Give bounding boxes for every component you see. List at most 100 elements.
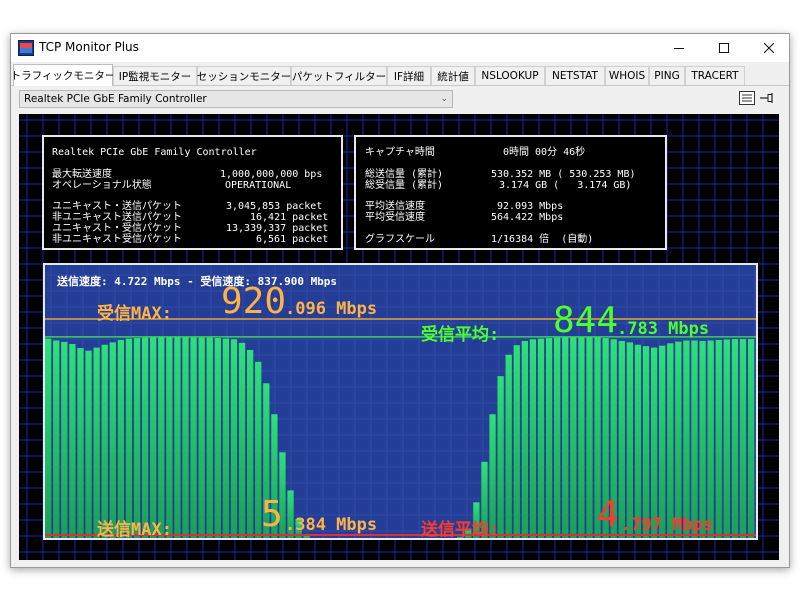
traffic-graph: 送信速度: 4.722 Mbps - 受信速度: 837.900 Mbps 受信… — [43, 263, 758, 540]
total-sent-value: 530.352 MB ( 530.253 MB) — [491, 169, 636, 180]
send-avg-int: 4 — [597, 494, 619, 535]
recv-bar — [166, 337, 173, 538]
recv-bar — [747, 339, 755, 538]
recv-bar — [675, 341, 682, 538]
max-speed-value: 1,000,000,000 bps — [220, 169, 323, 180]
recv-bar — [715, 339, 722, 538]
capture-time-value: 0時間 00分 46秒 — [503, 147, 586, 158]
recv-bar — [206, 337, 213, 538]
adapter-info-box: Realtek PCIe GbE Family Controller 最大転送速… — [42, 135, 343, 250]
chevron-down-icon: ⌄ — [440, 94, 448, 104]
tab-netstat[interactable]: NETSTAT — [545, 66, 605, 85]
unicast-recv-label: ユニキャスト・受信パケット — [52, 223, 182, 234]
pin-icon[interactable] — [759, 91, 775, 105]
adapter-name: Realtek PCIe GbE Family Controller — [52, 147, 257, 158]
title-bar[interactable]: TCP Monitor Plus — [11, 34, 789, 62]
traffic-monitor-panel: Realtek PCIe GbE Family Controller 最大転送速… — [19, 114, 779, 560]
recv-bar — [667, 343, 674, 538]
recv-avg-dec: .783 Mbps — [617, 319, 710, 339]
tab-packet-filter[interactable]: パケットフィルター — [291, 66, 387, 85]
unicast-sent-value: 3,045,853 packet — [226, 201, 323, 212]
max-speed-label: 最大転送速度 — [52, 169, 112, 180]
recv-bar — [691, 340, 698, 538]
recv-bar — [93, 347, 100, 538]
recv-bar — [77, 348, 84, 538]
send-max-int: 5 — [261, 494, 283, 535]
recv-bar — [133, 338, 141, 538]
nonunicast-recv-label: 非ユニキャスト受信パケット — [52, 234, 182, 245]
avg-send-label: 平均送信速度 — [365, 201, 425, 212]
total-recv-label: 総受信量 (累計) — [365, 180, 444, 191]
recv-max-int: 920 — [221, 281, 287, 322]
recv-bar — [683, 340, 690, 538]
tab-traffic-monitor[interactable]: トラフィックモニター — [11, 64, 115, 86]
graph-scale-label: グラフスケール — [365, 234, 435, 245]
recv-bar — [61, 341, 68, 538]
recv-bar — [85, 350, 92, 538]
recv-bar — [659, 345, 666, 538]
recv-bar — [562, 337, 569, 538]
recv-bar — [53, 340, 60, 538]
recv-max-label: 受信MAX: — [97, 304, 172, 324]
tab-ping[interactable]: PING — [649, 66, 685, 85]
tab-nslookup[interactable]: NSLOOKUP — [475, 66, 545, 85]
recv-bar — [545, 338, 553, 538]
capture-info-box: キャプチャ時間 0時間 00分 46秒 総送信量 (累計) 530.352 MB… — [354, 135, 667, 250]
recv-bar — [570, 337, 577, 538]
recv-bar — [731, 339, 739, 538]
tab-ip-monitor[interactable]: IP監視モニター — [113, 66, 197, 85]
op-state-value: OPERATIONAL — [225, 180, 292, 191]
close-icon — [763, 43, 774, 53]
recv-bar — [45, 338, 52, 538]
avg-send-value: 92.093 Mbps — [497, 201, 564, 212]
avg-recv-value: 564.422 Mbps — [491, 212, 564, 223]
close-button[interactable] — [746, 34, 791, 62]
recv-bar — [69, 344, 76, 538]
recv-bar — [505, 354, 512, 538]
recv-bar — [650, 347, 658, 538]
recv-bar — [626, 342, 634, 538]
recv-bar — [174, 337, 181, 538]
unicast-sent-label: ユニキャスト・送信パケット — [52, 201, 182, 212]
recv-bar — [642, 346, 650, 538]
send-avg-label: 送信平均: — [421, 520, 500, 540]
recv-bar — [586, 337, 593, 538]
recv-bar — [101, 344, 108, 538]
nonunicast-sent-label: 非ユニキャスト送信パケット — [52, 212, 182, 223]
tab-statistics[interactable]: 統計値 — [431, 66, 475, 85]
recv-bar — [117, 339, 125, 538]
recv-bar — [513, 345, 520, 538]
avg-recv-label: 平均受信速度 — [365, 212, 425, 223]
recv-avg-int: 844 — [553, 300, 619, 341]
tab-tracert[interactable]: TRACERT — [685, 66, 745, 85]
adapter-select[interactable]: Realtek PCIe GbE Family Controller ⌄ — [19, 90, 453, 108]
graph-scale-value: 1/16384 倍 (自動) — [491, 234, 594, 245]
list-view-icon[interactable] — [739, 91, 755, 105]
maximize-icon — [718, 43, 729, 53]
recv-bar — [529, 339, 537, 538]
recv-bar — [521, 340, 528, 538]
tab-bar: トラフィックモニター IP監視モニター セッションモニター パケットフィルター … — [11, 64, 789, 86]
recv-bar — [158, 337, 165, 538]
tab-if-detail[interactable]: IF詳細 — [387, 66, 431, 85]
nonunicast-sent-value: 16,421 packet — [250, 212, 329, 223]
recv-bar — [723, 339, 730, 538]
recv-avg-label: 受信平均: — [421, 325, 500, 345]
total-sent-label: 総送信量 (累計) — [365, 169, 444, 180]
recv-bar — [109, 342, 116, 538]
app-window: TCP Monitor Plus トラフィックモニター IP監視モニター セッシ… — [10, 33, 790, 568]
recv-bar — [150, 337, 157, 538]
recv-bar — [141, 337, 149, 538]
recv-bar — [707, 340, 714, 538]
recv-bar — [634, 344, 642, 538]
nonunicast-recv-value: 6,561 packet — [256, 234, 329, 245]
unicast-recv-value: 13,339,337 packet — [226, 223, 329, 234]
tab-whois[interactable]: WHOIS — [605, 66, 649, 85]
send-avg-dec: .797 Mbps — [621, 515, 714, 535]
maximize-button[interactable] — [701, 34, 746, 62]
minimize-button[interactable] — [656, 34, 701, 62]
total-recv-value: 3.174 GB ( 3.174 GB) — [499, 180, 632, 191]
recv-bar — [699, 340, 706, 538]
tab-session-monitor[interactable]: セッションモニター — [197, 66, 291, 85]
recv-bar — [246, 349, 254, 538]
